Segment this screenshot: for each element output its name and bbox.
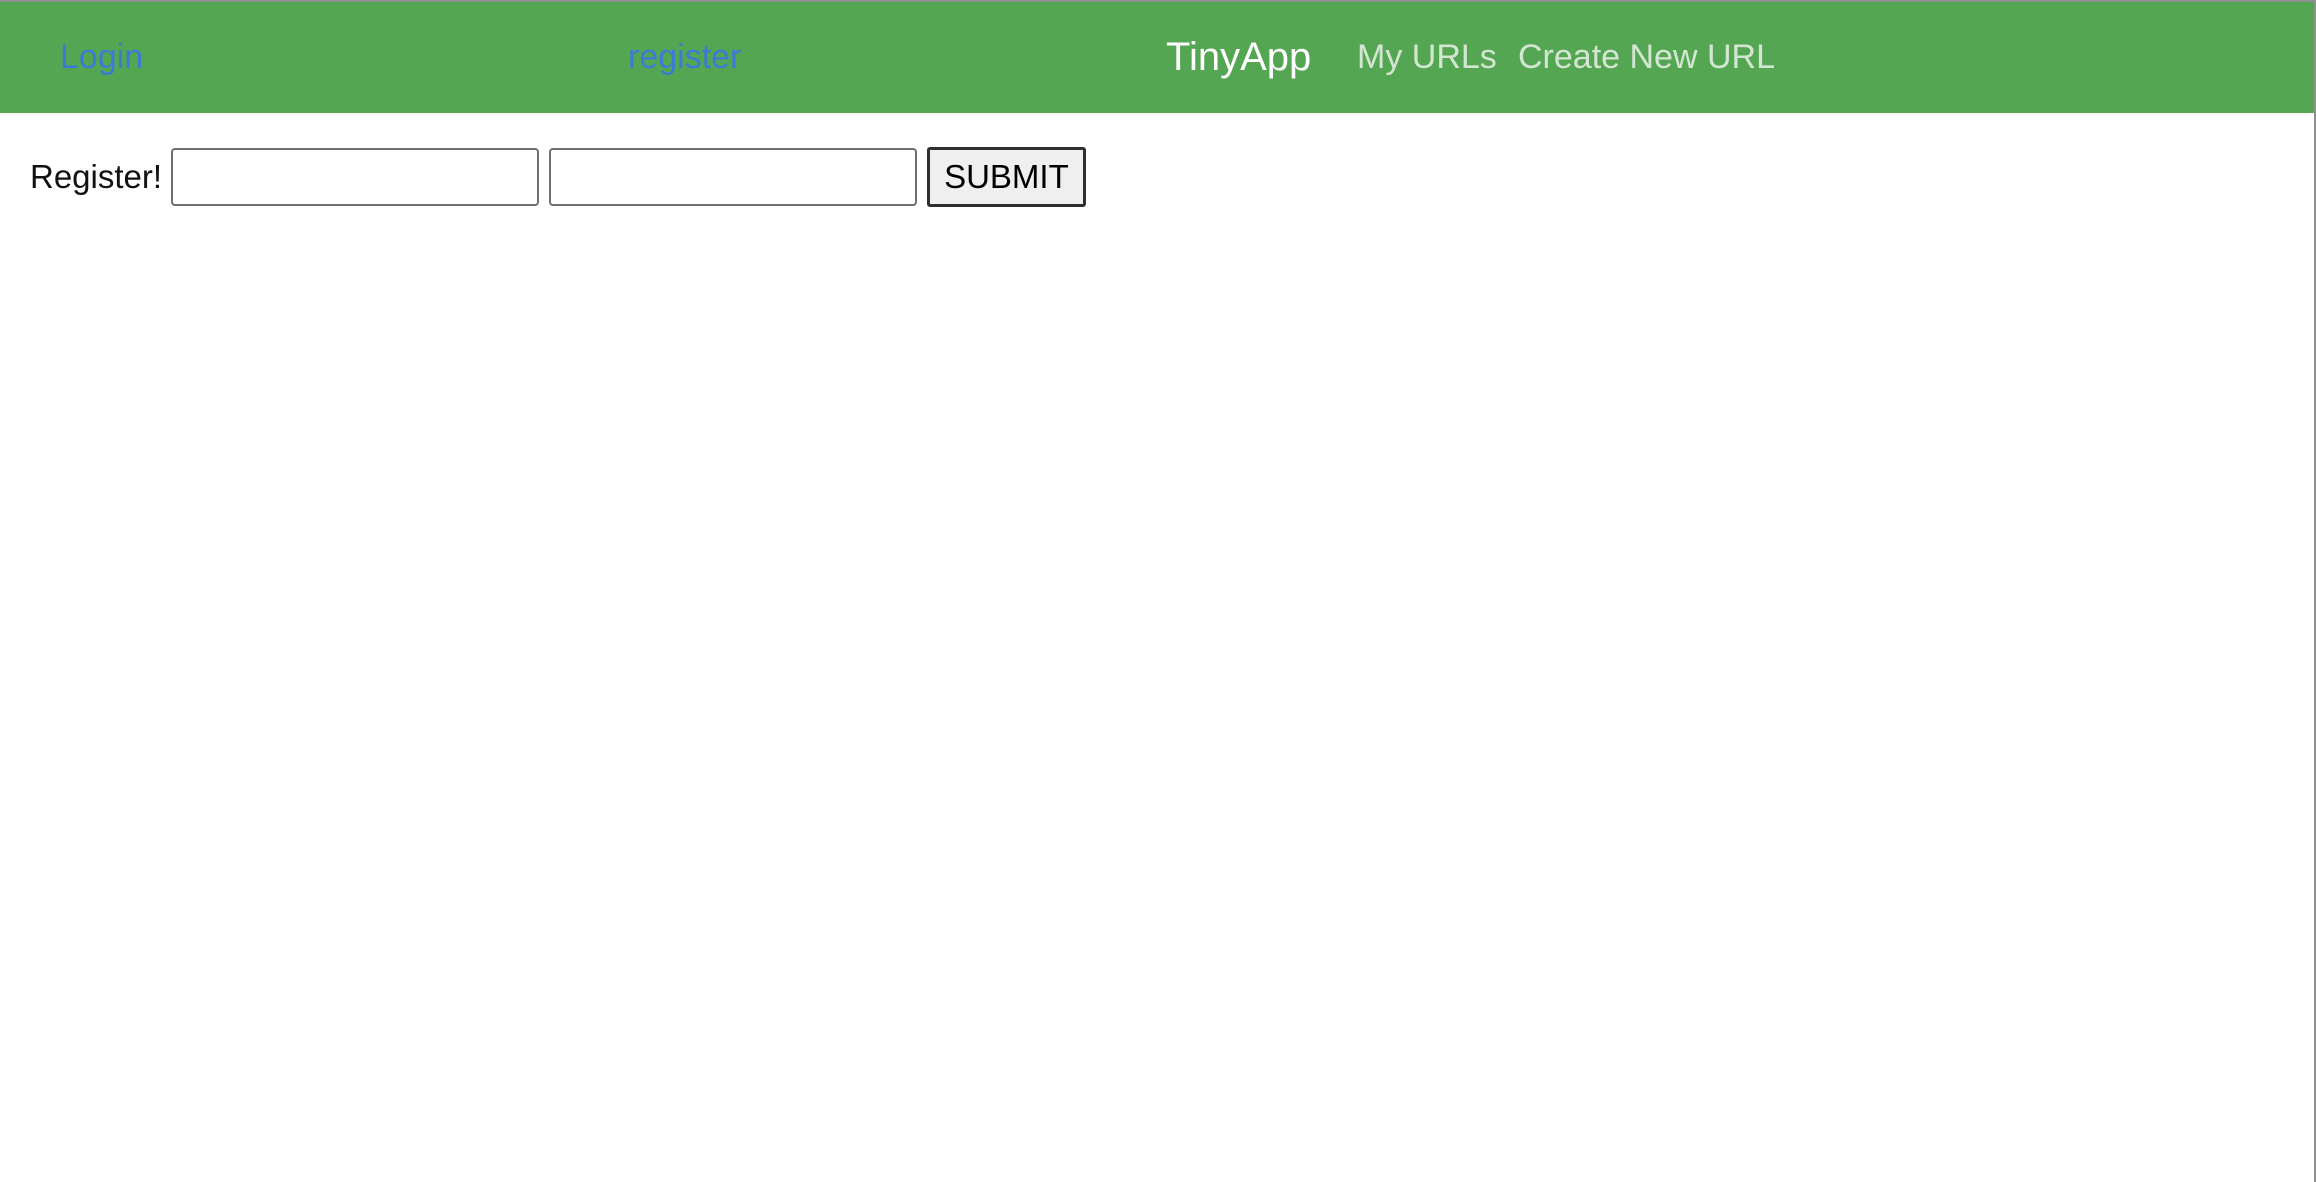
top-navbar: Login register TinyApp My URLs Create Ne…	[0, 2, 2314, 113]
email-input[interactable]	[171, 148, 540, 206]
register-link[interactable]: register	[628, 2, 741, 113]
brand-link[interactable]: TinyApp	[1166, 2, 1311, 113]
page: Login register TinyApp My URLs Create Ne…	[0, 0, 2316, 1182]
login-link[interactable]: Login	[60, 2, 143, 113]
submit-button[interactable]: SUBMIT	[927, 147, 1086, 207]
register-form: Register! SUBMIT	[30, 147, 1086, 207]
create-new-url-link[interactable]: Create New URL	[1518, 2, 1775, 113]
register-label: Register!	[30, 158, 163, 195]
password-input[interactable]	[549, 148, 918, 206]
my-urls-link[interactable]: My URLs	[1357, 2, 1497, 113]
